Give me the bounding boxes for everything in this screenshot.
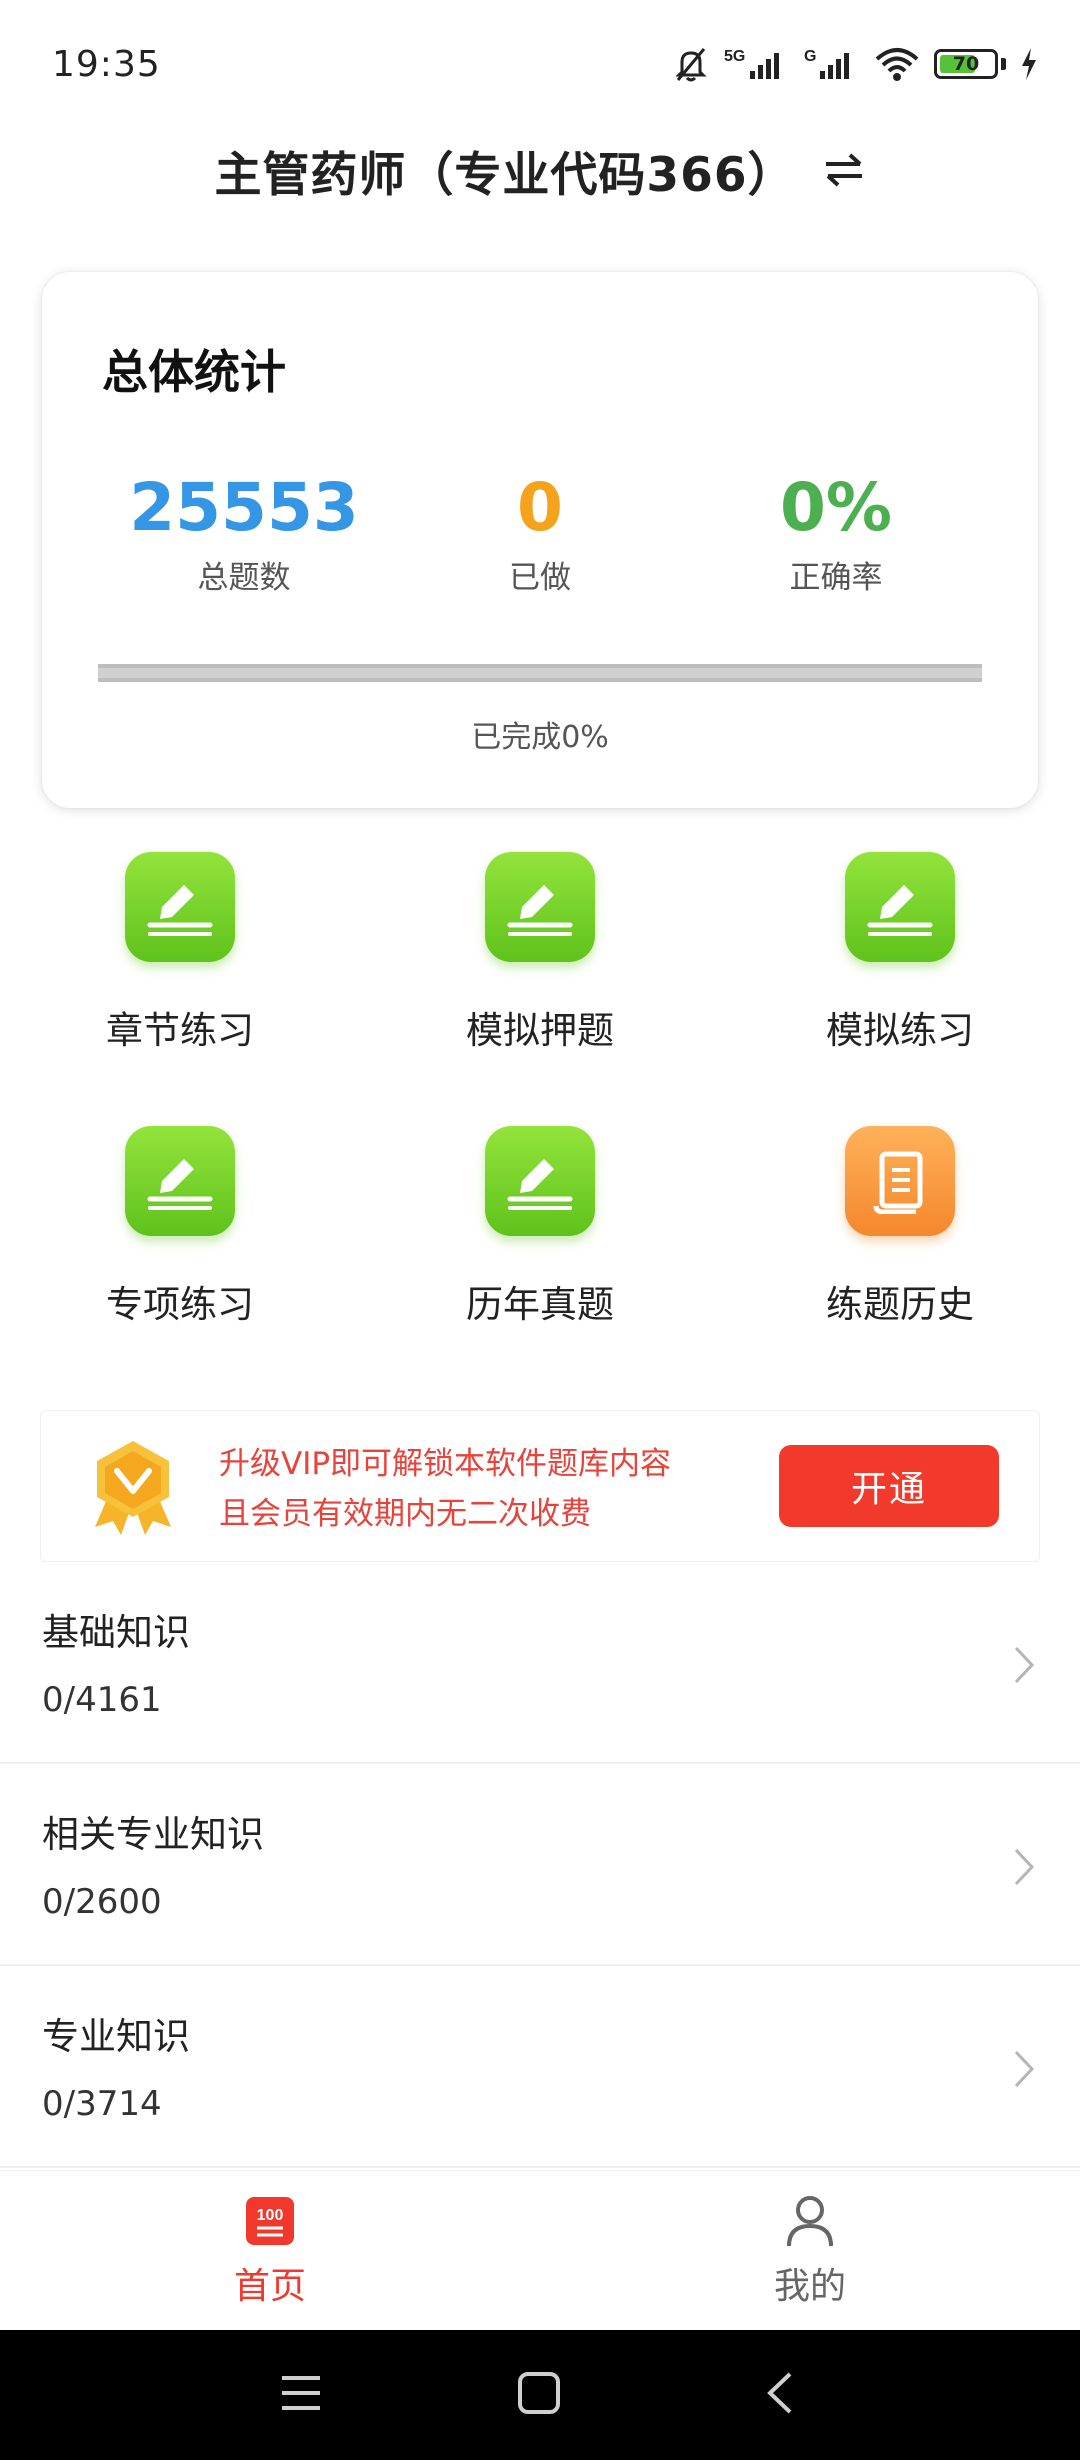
wifi-icon bbox=[875, 48, 919, 81]
progress-bar bbox=[98, 664, 982, 682]
svg-text:G: G bbox=[804, 48, 816, 65]
user-profile-icon bbox=[660, 2193, 960, 2249]
past-exams-button[interactable]: 历年真题 bbox=[390, 1126, 690, 1328]
header: 主管药师（专业代码366） bbox=[0, 130, 1080, 210]
edit-pen-icon bbox=[485, 852, 595, 962]
special-practice-label: 专项练习 bbox=[106, 1283, 254, 1326]
battery-tip bbox=[1001, 58, 1006, 70]
subject-count: 0/3714 bbox=[42, 2084, 162, 2124]
back-icon[interactable] bbox=[760, 2370, 800, 2416]
subject-count: 0/2600 bbox=[42, 1882, 162, 1922]
mock-predict-label: 模拟押题 bbox=[466, 1009, 614, 1052]
chapter-practice-label: 章节练习 bbox=[106, 1009, 254, 1052]
page-title: 主管药师（专业代码366） bbox=[214, 147, 796, 203]
app-screen: 19:35 5G G 70 主管药师（专业代码366） 总体统计 25553 总… bbox=[0, 0, 1080, 2460]
mock-practice-button[interactable]: 模拟练习 bbox=[750, 852, 1050, 1054]
battery-level: 70 bbox=[952, 53, 980, 75]
subject-item-basic[interactable]: 基础知识 0/4161 bbox=[0, 1562, 1080, 1764]
mute-bell-icon bbox=[675, 48, 707, 82]
vip-description: 升级VIP即可解锁本软件题库内容 且会员有效期内无二次收费 bbox=[219, 1439, 671, 1539]
status-icons: 5G G 70 bbox=[672, 44, 1038, 84]
home-badge-text: 100 bbox=[257, 2207, 284, 2224]
practice-history-label: 练题历史 bbox=[826, 1283, 974, 1326]
vip-medal-icon bbox=[95, 1441, 171, 1535]
past-exams-label: 历年真题 bbox=[466, 1283, 614, 1326]
stat-done: 0 已做 bbox=[390, 468, 690, 597]
system-nav-bar bbox=[0, 2330, 1080, 2460]
stat-total-value: 25553 bbox=[129, 469, 359, 546]
stats-card: 总体统计 25553 总题数 0 已做 0% 正确率 已完成0% bbox=[42, 272, 1038, 808]
swap-arrows-icon[interactable] bbox=[822, 150, 866, 190]
svg-text:5G: 5G bbox=[724, 48, 745, 65]
home-100-icon: 100 bbox=[120, 2193, 420, 2249]
stat-total-label: 总题数 bbox=[197, 560, 291, 596]
stat-done-label: 已做 bbox=[509, 560, 571, 596]
chevron-right-icon bbox=[1014, 1848, 1035, 1886]
progress-text: 已完成0% bbox=[471, 720, 609, 755]
subject-title: 相关专业知识 bbox=[42, 1813, 264, 1856]
g-signal-icon: G bbox=[804, 48, 849, 79]
mock-predict-button[interactable]: 模拟押题 bbox=[390, 852, 690, 1054]
mock-practice-label: 模拟练习 bbox=[826, 1009, 974, 1052]
subject-title: 专业知识 bbox=[42, 2015, 190, 2058]
chapter-practice-button[interactable]: 章节练习 bbox=[30, 852, 330, 1054]
subject-item-professional[interactable]: 专业知识 0/3714 bbox=[0, 1966, 1080, 2168]
vip-activate-button[interactable]: 开通 bbox=[779, 1445, 999, 1527]
stat-total: 25553 总题数 bbox=[94, 468, 394, 597]
stat-accuracy: 0% 正确率 bbox=[686, 468, 986, 597]
vip-banner: 升级VIP即可解锁本软件题库内容 且会员有效期内无二次收费 开通 bbox=[40, 1410, 1040, 1562]
chevron-right-icon bbox=[1014, 2050, 1035, 2088]
battery-icon: 70 bbox=[934, 49, 998, 79]
special-practice-button[interactable]: 专项练习 bbox=[30, 1126, 330, 1328]
edit-pen-icon bbox=[125, 852, 235, 962]
nav-home[interactable]: 100 首页 bbox=[120, 2193, 420, 2309]
nav-mine[interactable]: 我的 bbox=[660, 2193, 960, 2309]
menu-icon[interactable] bbox=[278, 2370, 324, 2416]
stats-title: 总体统计 bbox=[102, 345, 286, 399]
stat-done-value: 0 bbox=[517, 469, 563, 546]
stat-accuracy-value: 0% bbox=[779, 469, 893, 546]
subject-item-related[interactable]: 相关专业知识 0/2600 bbox=[0, 1764, 1080, 1966]
practice-history-button[interactable]: 练题历史 bbox=[750, 1126, 1050, 1328]
bottom-nav: 100 首页 我的 bbox=[0, 2170, 1080, 2330]
home-square-icon[interactable] bbox=[516, 2370, 562, 2416]
5g-signal-icon: 5G bbox=[724, 48, 779, 79]
subject-count: 0/4161 bbox=[42, 1680, 162, 1720]
status-bar: 19:35 5G G 70 bbox=[0, 0, 1080, 140]
edit-pen-icon bbox=[485, 1126, 595, 1236]
edit-pen-icon bbox=[125, 1126, 235, 1236]
stat-accuracy-label: 正确率 bbox=[789, 560, 883, 596]
charging-icon bbox=[1022, 48, 1036, 80]
nav-mine-label: 我的 bbox=[773, 2266, 846, 2307]
edit-pen-icon bbox=[845, 852, 955, 962]
nav-home-label: 首页 bbox=[233, 2266, 306, 2307]
status-time: 19:35 bbox=[52, 44, 161, 85]
subject-title: 基础知识 bbox=[42, 1611, 190, 1654]
scroll-history-icon bbox=[845, 1126, 955, 1236]
vip-line-1: 升级VIP即可解锁本软件题库内容 bbox=[219, 1446, 672, 1482]
chevron-right-icon bbox=[1014, 1646, 1035, 1684]
vip-line-2: 且会员有效期内无二次收费 bbox=[219, 1496, 591, 1532]
